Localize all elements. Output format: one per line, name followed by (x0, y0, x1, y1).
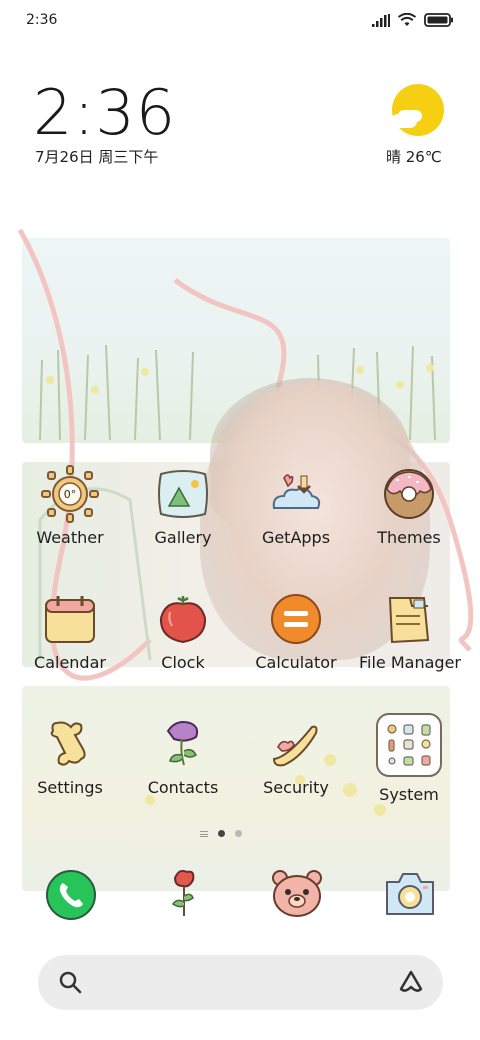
getapps-icon (270, 468, 322, 520)
themes-icon (383, 468, 435, 520)
app-security[interactable]: Security (246, 718, 346, 797)
app-file-manager[interactable]: File Manager (359, 593, 461, 672)
settings-icon (44, 718, 96, 770)
app-label: Clock (161, 653, 205, 672)
page-indicator-dot (235, 830, 242, 837)
calendar-icon (44, 593, 96, 645)
clock-widget-date: 7月26日 周三下午 (35, 148, 159, 166)
app-label: Calculator (255, 653, 337, 672)
app-calculator[interactable]: Calculator (246, 593, 346, 672)
weather-icon-temperature: 0° (64, 488, 77, 501)
app-label: Calendar (34, 653, 106, 672)
app-label: Weather (36, 528, 104, 547)
weather-cloud-shape (391, 114, 417, 128)
app-contacts[interactable]: Contacts (133, 718, 233, 797)
wifi-icon (398, 13, 416, 26)
phone-icon (46, 870, 96, 920)
assistant-icon[interactable] (397, 969, 425, 995)
status-icons (372, 13, 454, 27)
app-label: Settings (37, 778, 103, 797)
page-indicator-menu-icon (200, 830, 208, 837)
page-indicator-dot-active (218, 830, 225, 837)
app-settings[interactable]: Settings (20, 718, 120, 797)
clock-widget-time[interactable]: 2:36 (33, 76, 176, 149)
app-label: Security (263, 778, 329, 797)
app-gallery[interactable]: Gallery (133, 468, 233, 547)
bear-icon (272, 870, 322, 917)
battery-icon (424, 13, 453, 27)
clock-icon (157, 593, 209, 645)
app-themes[interactable]: Themes (359, 468, 459, 547)
app-weather[interactable]: 0° Weather (20, 465, 120, 547)
dock-camera[interactable] (383, 868, 437, 922)
app-getapps[interactable]: GetApps (246, 468, 346, 547)
search-icon (59, 971, 82, 994)
rose-icon (171, 869, 195, 916)
weather-widget-text: 晴 26℃ (386, 148, 442, 166)
app-calendar[interactable]: Calendar (20, 593, 120, 672)
file-manager-icon (383, 593, 435, 645)
app-label: System (379, 785, 439, 804)
signal-icon (372, 13, 390, 27)
app-system-folder[interactable]: System (359, 713, 459, 804)
page-indicator[interactable] (200, 830, 242, 837)
app-label: Themes (377, 528, 441, 547)
app-clock[interactable]: Clock (133, 593, 233, 672)
app-label: Contacts (147, 778, 219, 797)
dock-phone[interactable] (44, 868, 98, 922)
status-time: 2:36 (26, 12, 58, 28)
dock-bear-app[interactable] (270, 868, 324, 922)
search-bar[interactable] (38, 955, 443, 1010)
app-label: Gallery (154, 528, 212, 547)
gallery-icon (157, 468, 209, 520)
system-folder-icon (376, 713, 442, 777)
contacts-icon (157, 718, 209, 770)
dock-rose-app[interactable] (157, 864, 211, 918)
app-label: File Manager (359, 653, 461, 672)
camera-icon (386, 873, 434, 915)
security-icon (270, 718, 322, 770)
status-bar: 2:36 (0, 0, 480, 44)
sun-cloud-icon (392, 84, 444, 136)
calculator-icon (270, 593, 322, 645)
app-label: GetApps (261, 528, 331, 547)
weather-icon: 0° (41, 465, 99, 523)
